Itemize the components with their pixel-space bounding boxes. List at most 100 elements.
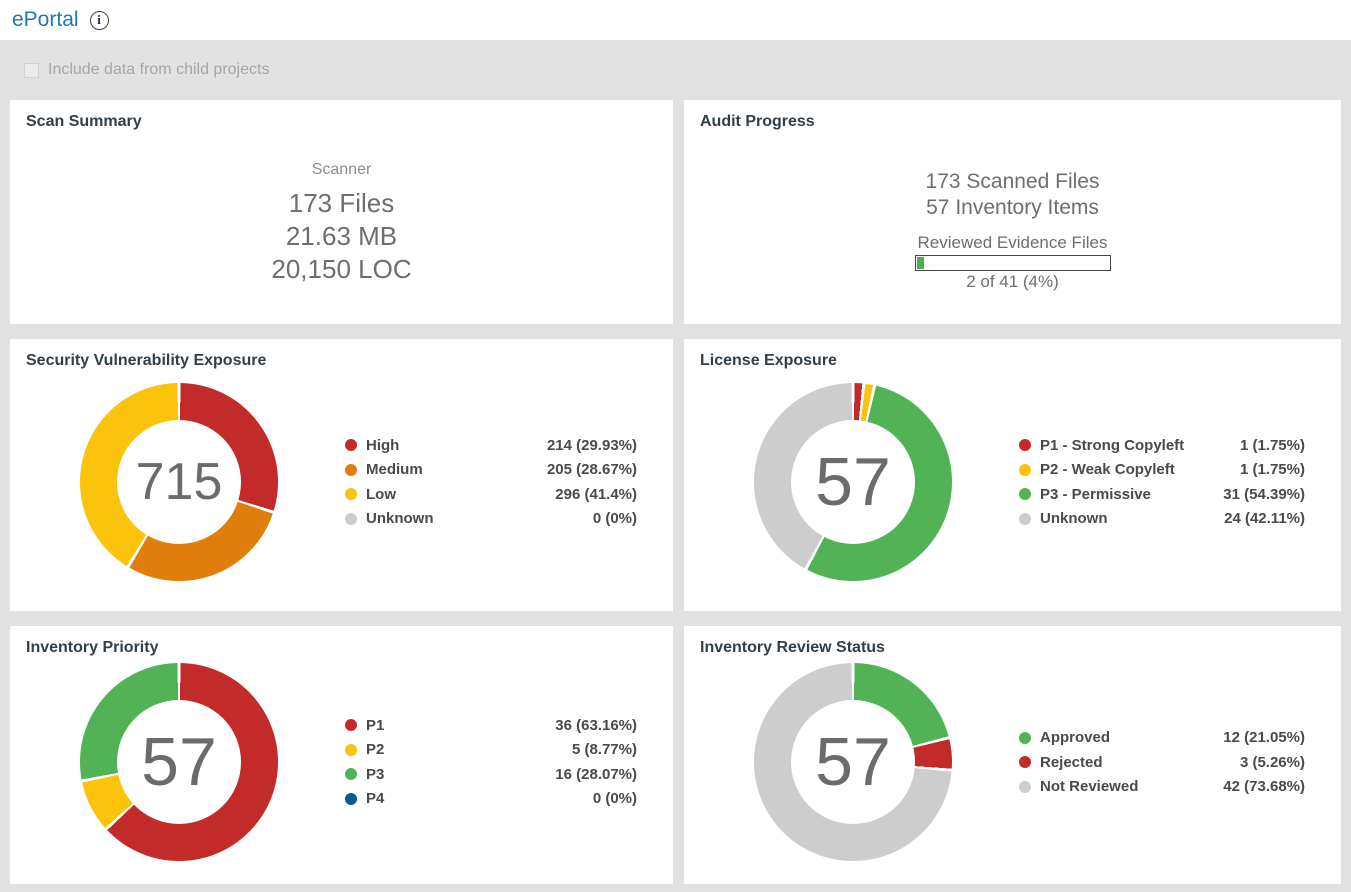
legend-dot-icon xyxy=(345,464,357,476)
legend-item[interactable]: Low296 (41.4%) xyxy=(345,482,637,507)
legend-item[interactable]: High 214 (29.93%) xyxy=(345,433,637,458)
legend-dot-icon xyxy=(1019,756,1031,768)
security-vulnerability-donut-chart[interactable]: 715 xyxy=(80,383,278,581)
legend-value: 36 (63.16%) xyxy=(555,717,637,734)
audit-progress-title: Audit Progress xyxy=(700,113,1325,131)
inventory-items-line: 57 Inventory Items xyxy=(700,195,1325,221)
legend-value: 1 (1.75%) xyxy=(1240,437,1305,454)
legend-label: High xyxy=(366,437,399,454)
inventory-total-count: 57 xyxy=(141,728,217,796)
legend-label: Approved xyxy=(1040,729,1110,746)
include-child-projects-checkbox[interactable] xyxy=(24,63,39,78)
legend-item[interactable]: P3 - Permissive 31 (54.39%) xyxy=(1019,482,1305,507)
legend-value: 3 (5.26%) xyxy=(1240,754,1305,771)
legend-label: P4 xyxy=(366,790,384,807)
legend-item[interactable]: P316 (28.07%) xyxy=(345,762,637,787)
legend-label: Rejected xyxy=(1040,754,1103,771)
inventory-priority-title: Inventory Priority xyxy=(26,639,657,657)
legend-value: 1 (1.75%) xyxy=(1240,461,1305,478)
scanned-loc-stat: 20,150 LOC xyxy=(26,253,657,286)
legend-item[interactable]: P4 0 (0%) xyxy=(345,787,637,812)
legend-label: P2 xyxy=(366,741,384,758)
legend-item[interactable]: Not Reviewed 42 (73.68%) xyxy=(1019,774,1305,799)
license-exposure-title: License Exposure xyxy=(700,352,1325,370)
legend-label: P2 - Weak Copyleft xyxy=(1040,461,1175,478)
legend-item[interactable]: Approved 12 (21.05%) xyxy=(1019,725,1305,750)
panel-audit-progress: Audit Progress 173 Scanned Files 57 Inve… xyxy=(684,100,1341,324)
legend-label: Not Reviewed xyxy=(1040,778,1138,795)
license-exposure-donut-chart[interactable]: 57 xyxy=(754,383,952,581)
legend-label: P1 - Strong Copyleft xyxy=(1040,437,1184,454)
legend-item[interactable]: Unknown 24 (42.11%) xyxy=(1019,507,1305,532)
progressbar-fill xyxy=(917,257,925,269)
legend-value: 296 (41.4%) xyxy=(555,486,637,503)
legend-value: 205 (28.67%) xyxy=(547,461,637,478)
legend-dot-icon xyxy=(1019,732,1031,744)
reviewed-evidence-progressbar xyxy=(915,255,1111,271)
legend-value: 31 (54.39%) xyxy=(1223,486,1305,503)
legend-label: Unknown xyxy=(366,510,434,527)
reviewed-evidence-count: 2 of 41 (4%) xyxy=(700,272,1325,292)
legend-value: 0 (0%) xyxy=(593,790,637,807)
legend-dot-icon xyxy=(345,439,357,451)
inventory-review-status-donut-chart[interactable]: 57 xyxy=(754,663,952,861)
info-icon[interactable]: i xyxy=(90,11,109,30)
panel-security-vulnerability-exposure: Security Vulnerability Exposure 715 High… xyxy=(10,339,673,611)
legend-item[interactable]: P1 - Strong Copyleft 1 (1.75%) xyxy=(1019,433,1305,458)
donut-center: 57 xyxy=(791,700,915,824)
security-vulnerability-legend: High 214 (29.93%) Medium 205 (28.67%) Low296… xyxy=(345,433,657,531)
legend-item[interactable]: Unknown 0 (0%) xyxy=(345,507,637,532)
inventory-priority-legend: P1 36 (63.16%) P2 5 (8.77%) P316 (28.07%) P4 0… xyxy=(345,713,657,811)
toolbar: Include data from child projects xyxy=(0,40,1351,100)
legend-item[interactable]: P2 5 (8.77%) xyxy=(345,738,637,763)
legend-dot-icon xyxy=(1019,513,1031,525)
legend-dot-icon xyxy=(345,768,357,780)
legend-item[interactable]: P1 36 (63.16%) xyxy=(345,713,637,738)
legend-value: 16 (28.07%) xyxy=(555,766,637,783)
legend-dot-icon xyxy=(345,744,357,756)
license-total-count: 57 xyxy=(815,448,891,516)
legend-dot-icon xyxy=(1019,781,1031,793)
legend-dot-icon xyxy=(1019,464,1031,476)
scanned-size-stat: 21.63 MB xyxy=(26,220,657,253)
license-exposure-legend: P1 - Strong Copyleft1 (1.75%)P2 - Weak C… xyxy=(1019,433,1325,531)
panel-scan-summary: Scan Summary Scanner 173 Files 21.63 MB … xyxy=(10,100,673,324)
scanned-files-stat: 173 Files xyxy=(26,187,657,220)
legend-value: 24 (42.11%) xyxy=(1224,510,1305,527)
review-total-count: 57 xyxy=(815,728,891,796)
reviewed-evidence-label: Reviewed Evidence Files xyxy=(700,233,1325,253)
include-child-projects-label: Include data from child projects xyxy=(48,61,269,79)
legend-label: Unknown xyxy=(1040,510,1108,527)
panel-inventory-review-status: Inventory Review Status 57 Approved 12 (2… xyxy=(684,626,1341,884)
legend-value: 214 (29.93%) xyxy=(547,437,637,454)
legend-dot-icon xyxy=(1019,439,1031,451)
project-title[interactable]: ePortal xyxy=(12,8,79,32)
legend-item[interactable]: Medium 205 (28.67%) xyxy=(345,458,637,483)
inventory-review-status-title: Inventory Review Status xyxy=(700,639,1325,657)
scanner-subtitle: Scanner xyxy=(26,161,657,179)
donut-center: 715 xyxy=(117,420,241,544)
scan-summary-title: Scan Summary xyxy=(26,113,657,131)
legend-label: P1 xyxy=(366,717,384,734)
legend-value: 42 (73.68%) xyxy=(1223,778,1305,795)
legend-dot-icon xyxy=(345,513,357,525)
scanned-files-line: 173 Scanned Files xyxy=(700,169,1325,195)
legend-dot-icon xyxy=(345,719,357,731)
page-header: ePortal i xyxy=(0,0,1351,40)
vulnerability-total-count: 715 xyxy=(136,456,223,508)
donut-center: 57 xyxy=(791,420,915,544)
legend-value: 5 (8.77%) xyxy=(572,741,637,758)
panel-inventory-priority: Inventory Priority 57 P1 36 (63.16%) P2 5 (… xyxy=(10,626,673,884)
inventory-review-status-legend: Approved 12 (21.05%) Rejected 3 (5.26%) Not … xyxy=(1019,725,1325,799)
legend-value: 0 (0%) xyxy=(593,510,637,527)
legend-item[interactable]: P2 - Weak Copyleft 1 (1.75%) xyxy=(1019,458,1305,483)
security-vulnerability-title: Security Vulnerability Exposure xyxy=(26,352,657,370)
inventory-priority-donut-chart[interactable]: 57 xyxy=(80,663,278,861)
legend-item[interactable]: Rejected 3 (5.26%) xyxy=(1019,750,1305,775)
legend-label: Medium xyxy=(366,461,423,478)
legend-label: P3 - Permissive xyxy=(1040,486,1151,503)
legend-value: 12 (21.05%) xyxy=(1223,729,1305,746)
legend-dot-icon xyxy=(345,488,357,500)
legend-dot-icon xyxy=(1019,488,1031,500)
dashboard: Include data from child projects Scan Su… xyxy=(0,40,1351,892)
